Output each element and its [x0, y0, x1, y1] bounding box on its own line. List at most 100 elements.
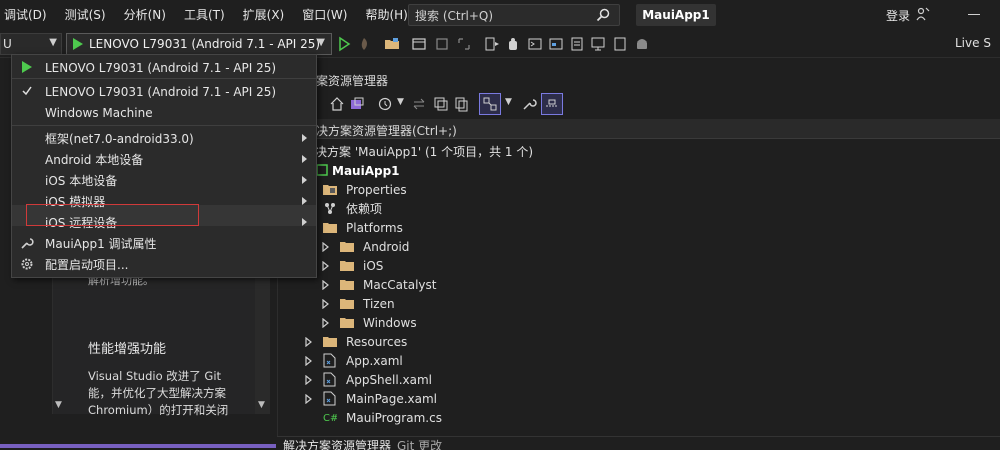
solution-node[interactable]: 决方案 'MauiApp1' (1 个项目，共 1 个) [315, 142, 715, 161]
switch-views-icon[interactable] [349, 96, 365, 112]
tree-item[interactable]: iOS [322, 256, 622, 275]
android-icon[interactable] [634, 36, 650, 52]
solution-search-input[interactable]: 决方案资源管理器(Ctrl+;) [316, 122, 457, 139]
scroll-down-icon[interactable]: ▼ [258, 400, 265, 410]
menu-separator [12, 125, 316, 126]
monitor-icon[interactable] [590, 36, 606, 52]
history-icon[interactable] [377, 96, 393, 112]
search-box[interactable]: 搜索 (Ctrl+Q) [408, 4, 620, 26]
signin-link[interactable]: 登录 [886, 7, 910, 24]
dropdown-item[interactable]: 框架(net7.0-android33.0) [12, 128, 316, 149]
tree-item[interactable]: Android [322, 237, 622, 256]
scroll-down-icon[interactable]: ▼ [55, 400, 62, 410]
step-icon[interactable] [484, 36, 500, 52]
chevron-right-icon[interactable] [305, 337, 313, 347]
tree-item[interactable]: Properties [305, 180, 605, 199]
dropdown-item-label: LENOVO L79031 (Android 7.1 - API 25) [45, 60, 277, 75]
chevron-down-icon[interactable]: ▼ [397, 97, 404, 107]
dropdown-item-label: Windows Machine [45, 105, 153, 120]
menu-extensions[interactable]: 扩展(X) [234, 0, 294, 30]
folder-icon[interactable] [384, 36, 400, 52]
sync-icon[interactable] [411, 96, 427, 112]
run-target-combo[interactable]: LENOVO L79031 (Android 7.1 - API 25) ▼ [66, 33, 332, 55]
tab-solution-explorer[interactable]: 解决方案资源管理器 [283, 437, 391, 450]
folder-icon [340, 318, 354, 328]
search-input[interactable]: 搜索 (Ctrl+Q) [415, 7, 493, 24]
dropdown-item[interactable]: LENOVO L79031 (Android 7.1 - API 25) [12, 81, 316, 102]
status-accent-bar [0, 444, 276, 448]
solution-label: 决方案 'MauiApp1' (1 个项目，共 1 个) [315, 145, 534, 159]
menu-tools[interactable]: 工具(T) [175, 0, 234, 30]
card-heading: 性能增强功能 [88, 342, 167, 357]
project-icon [316, 164, 328, 176]
tree-item[interactable]: MainPage.xaml [305, 389, 605, 408]
wrench-icon[interactable] [521, 96, 537, 112]
tree-item[interactable]: Platforms [305, 218, 605, 237]
show-all-files-icon[interactable] [453, 96, 469, 112]
terminal-icon[interactable] [527, 36, 543, 52]
minimize-button[interactable] [968, 14, 980, 15]
tree-item-label: Platforms [346, 220, 403, 235]
selected-item-outline [26, 204, 199, 226]
menu-debug[interactable]: 调试(D) [0, 0, 56, 30]
chevron-right-icon[interactable] [322, 280, 330, 290]
page-icon[interactable] [569, 36, 585, 52]
menu-separator [12, 78, 316, 79]
dropdown-item[interactable]: Windows Machine [12, 102, 316, 123]
preview-toggle[interactable] [541, 93, 563, 115]
tree-item-label: Android [363, 239, 410, 254]
dropdown-item[interactable]: iOS 本地设备 [12, 170, 316, 191]
chevron-right-icon[interactable] [322, 261, 330, 271]
tree-item[interactable]: Tizen [322, 294, 622, 313]
menu-window[interactable]: 窗口(W) [293, 0, 356, 30]
svg-text:C#: C# [323, 413, 337, 423]
properties-folder-icon [323, 185, 337, 195]
solution-search[interactable]: 决方案资源管理器(Ctrl+;) [278, 119, 1000, 139]
dropdown-item[interactable]: Android 本地设备 [12, 149, 316, 170]
device-icon[interactable] [612, 36, 628, 52]
bug-icon[interactable] [505, 36, 521, 52]
dropdown-item[interactable]: 配置启动项目... [12, 254, 316, 275]
configuration-combo[interactable]: U ▼ [0, 33, 62, 55]
run-without-debug-icon[interactable] [336, 36, 352, 52]
menu-analyze[interactable]: 分析(N) [115, 0, 175, 30]
collapse-icon[interactable] [433, 96, 449, 112]
menu-test[interactable]: 测试(S) [56, 0, 115, 30]
chevron-right-icon[interactable] [322, 299, 330, 309]
dropdown-item[interactable]: LENOVO L79031 (Android 7.1 - API 25) [12, 57, 316, 78]
csharp-file-icon: C# [323, 413, 337, 423]
layout-icon[interactable] [411, 36, 427, 52]
tree-item[interactable]: Windows [322, 313, 622, 332]
tree-item[interactable]: 依赖项 [305, 199, 605, 218]
tab-git-changes[interactable]: Git 更改 [397, 437, 442, 450]
tree-item-label: Resources [346, 334, 408, 349]
chevron-right-icon[interactable] [322, 318, 330, 328]
hot-reload-icon[interactable] [356, 36, 372, 52]
search-icon [596, 8, 610, 22]
feedback-icon[interactable] [915, 6, 931, 22]
dropdown-item-label: 框架(net7.0-android33.0) [45, 132, 194, 146]
placeholder-icon[interactable] [456, 36, 472, 52]
card-text-line: Visual Studio 改进了 Git [88, 369, 222, 383]
chevron-right-icon[interactable] [305, 356, 313, 366]
home-icon[interactable] [329, 96, 345, 112]
tree-item[interactable]: MacCatalyst [322, 275, 622, 294]
chevron-right-icon[interactable] [322, 242, 330, 252]
browser-icon[interactable] [548, 36, 564, 52]
tool-icon[interactable] [434, 36, 450, 52]
project-node[interactable]: MauiApp1 [312, 161, 712, 180]
tree-item[interactable]: App.xaml [305, 351, 605, 370]
filter-toggle[interactable] [479, 93, 501, 115]
chevron-right-icon [302, 134, 307, 142]
dropdown-item[interactable]: MauiApp1 调试属性 [12, 233, 316, 254]
chevron-down-icon[interactable]: ▼ [317, 37, 325, 48]
chevron-down-icon[interactable]: ▼ [505, 97, 512, 107]
tree-item[interactable]: C# MauiProgram.cs [305, 408, 605, 427]
live-share-button[interactable]: Live S [955, 36, 991, 50]
chevron-right-icon[interactable] [305, 375, 313, 385]
chevron-right-icon[interactable] [305, 394, 313, 404]
dependencies-icon [325, 203, 335, 214]
tree-item[interactable]: AppShell.xaml [305, 370, 605, 389]
tree-item[interactable]: Resources [305, 332, 605, 351]
tree-item-label: App.xaml [346, 353, 403, 368]
